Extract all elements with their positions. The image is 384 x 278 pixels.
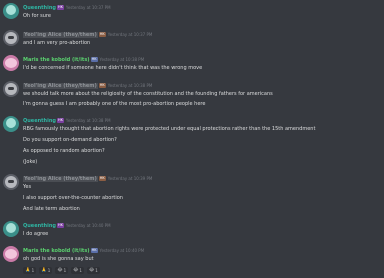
role-badge: HK [90,248,98,253]
role-badge: HK [98,32,106,37]
message-header: Yeol'ing Alice (they/them) HK Yesterday at… [23,31,152,39]
reaction-bar: 🙏 1 🙏 1 😂 1 😂 1 😂 1 [23,267,100,274]
timestamp: Yesterday at 10:39 PM [107,176,153,181]
message-header: Queenthing HK Yesterday at 10:38 PM [23,117,111,125]
avatar[interactable] [3,221,19,237]
avatar[interactable] [3,246,19,262]
username[interactable]: Maris the kobold (it/its) [23,248,90,254]
username[interactable]: Yeol'ing Alice (they/them) [23,83,98,89]
message-text: I'm gonna guess I am probably one of the… [23,101,206,107]
message-text: Oh for sure [23,13,51,19]
avatar[interactable] [3,116,19,132]
pray-emoji-icon: 🙏 [41,268,47,273]
message-text: and I am very pro-abortion [23,40,91,46]
reaction-count: 1 [31,268,35,273]
message-text: RBG famously thought that abortion right… [23,126,316,132]
message-text: I do agree [23,231,49,237]
role-badge: HK [56,223,64,228]
username[interactable]: Yeol'ing Alice (they/them) [23,176,98,182]
message-header: Queenthing HK Yesterday at 10:37 PM [23,4,111,12]
avatar[interactable] [3,55,19,71]
message-header: Queenthing HK Yesterday at 10:40 PM [23,222,111,230]
username[interactable]: Queenthing [23,118,56,124]
laugh-emoji-icon: 😂 [88,268,95,273]
avatar[interactable] [3,3,19,19]
timestamp: Yesterday at 10:40 PM [65,223,111,228]
message-text: I'd be concerned if someone here didn't … [23,65,203,71]
message-header: Yeol'ing Alice (they/them) HK Yesterday at… [23,175,152,183]
message-text: I also support over-the-counter abortion [23,195,123,201]
timestamp: Yesterday at 10:38 PM [99,57,145,62]
laugh-emoji-icon: 😂 [57,268,63,273]
username[interactable]: Queenthing [23,223,56,229]
role-badge: HK [98,83,106,88]
reaction-count: 1 [79,268,82,273]
reaction-button[interactable]: 🙏 1 [39,267,53,274]
timestamp: Yesterday at 10:37 PM [65,5,111,10]
username[interactable]: Yeol'ing Alice (they/them) [23,32,98,38]
role-badge: HK [56,118,64,123]
timestamp: Yesterday at 10:40 PM [99,248,145,253]
message-text: As opposed to random abortion? [23,148,105,154]
avatar[interactable] [3,30,19,46]
timestamp: Yesterday at 10:37 PM [107,32,153,37]
username[interactable]: Maris the kobold (it/its) [23,57,90,63]
message-text: And late term abortion [23,206,80,212]
message-text: Yes [23,184,32,190]
reaction-count: 1 [47,268,51,273]
username[interactable]: Queenthing [23,5,56,11]
message-header: Maris the kobold (it/its) HK Yesterday at … [23,247,144,255]
reaction-count: 1 [95,268,98,273]
message-header: Maris the kobold (it/its) HK Yesterday at … [23,56,144,64]
timestamp: Yesterday at 10:38 PM [65,118,111,123]
reaction-button[interactable]: 😂 1 [71,267,84,274]
message-text: we should talk more about the religiosit… [23,91,273,97]
role-badge: HK [56,5,64,10]
timestamp: Yesterday at 10:38 PM [107,83,153,88]
avatar[interactable] [3,174,19,190]
role-badge: HK [90,57,98,62]
reaction-button[interactable]: 😂 1 [86,267,100,274]
message-header: Yeol'ing Alice (they/them) HK Yesterday at… [23,82,152,90]
reaction-count: 1 [63,268,67,273]
message-text: oh god is she gonna say but [23,256,94,262]
message-text: Do you support on-demand abortion? [23,137,117,143]
message-text: (Joke) [23,159,38,165]
reaction-button[interactable]: 🙏 1 [23,267,37,274]
avatar[interactable] [3,81,19,97]
laugh-emoji-icon: 😂 [73,268,79,273]
role-badge: HK [98,176,106,181]
reaction-button[interactable]: 😂 1 [55,267,69,274]
pray-emoji-icon: 🙏 [25,268,31,273]
